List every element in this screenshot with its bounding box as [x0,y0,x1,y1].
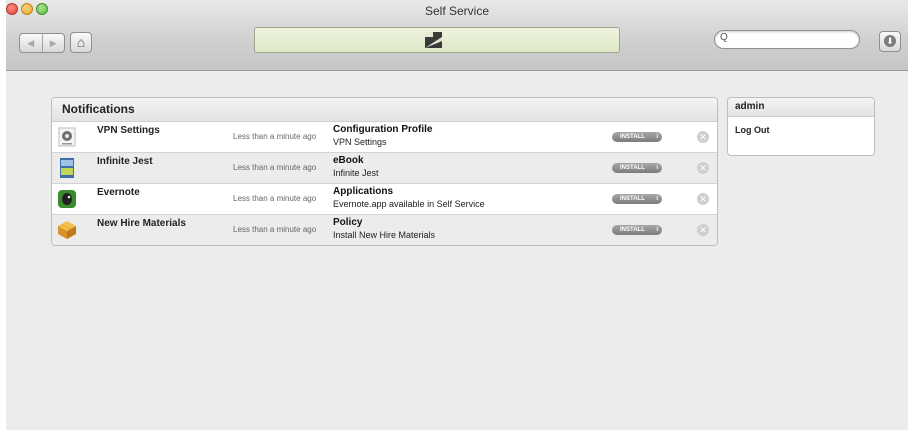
notification-time: Less than a minute ago [233,132,317,141]
dismiss-icon[interactable]: ✕ [697,131,709,143]
notification-type: Configuration Profile [333,124,433,135]
status-display [254,27,620,53]
package-box-icon [58,221,76,239]
notification-name: New Hire Materials [97,218,186,229]
notification-type: Policy [333,217,363,228]
title-toolbar: Self Service ◀ ▶ ⌂ Q ⬇ [6,0,908,71]
self-service-window: Self Service ◀ ▶ ⌂ Q ⬇ Notifications VPN… [6,0,908,430]
user-panel: admin Log Out [727,97,875,156]
notification-name: VPN Settings [97,125,160,136]
dismiss-icon[interactable]: ✕ [697,162,709,174]
install-button[interactable]: INSTALL i [612,132,662,142]
notification-type: eBook [333,155,364,166]
info-icon[interactable]: i [656,194,658,204]
download-arrow-icon: ⬇ [884,35,896,47]
casper-logo-icon [425,32,442,48]
dismiss-icon[interactable]: ✕ [697,193,709,205]
ebook-cover-icon [60,158,74,178]
forward-arrow-icon[interactable]: ▶ [43,34,65,52]
notification-name: Infinite Jest [97,156,153,167]
search-field[interactable]: Q [714,30,860,49]
notification-time: Less than a minute ago [233,194,317,203]
install-button[interactable]: INSTALL i [612,225,662,235]
user-name: admin [728,98,874,117]
back-arrow-icon[interactable]: ◀ [20,34,43,52]
notification-time: Less than a minute ago [233,225,317,234]
info-icon[interactable]: i [656,132,658,142]
window-title: Self Service [424,4,490,18]
install-button[interactable]: INSTALL i [612,194,662,204]
notification-detail: Infinite Jest [333,168,379,178]
notification-detail: Install New Hire Materials [333,230,436,240]
dismiss-icon[interactable]: ✕ [697,224,709,236]
notification-row[interactable]: Evernote Less than a minute ago Applicat… [52,184,717,215]
notification-time: Less than a minute ago [233,163,317,172]
notification-detail: Evernote.app available in Self Service [333,199,485,209]
notification-row[interactable]: VPN Settings Less than a minute ago Conf… [52,122,717,153]
notification-type: Applications [333,186,394,197]
search-input[interactable] [733,32,855,47]
search-icon: Q [720,32,728,43]
notifications-panel: Notifications VPN Settings Less than a m… [51,97,718,246]
notification-name: Evernote [97,187,140,198]
downloads-button[interactable]: ⬇ [879,31,901,52]
vpn-profile-icon [58,127,76,147]
home-icon: ⌂ [76,34,86,50]
notification-row[interactable]: New Hire Materials Less than a minute ag… [52,215,717,245]
notification-detail: VPN Settings [333,137,387,147]
home-button[interactable]: ⌂ [70,32,92,53]
log-out-link[interactable]: Log Out [735,125,770,135]
info-icon[interactable]: i [656,225,658,235]
evernote-icon [58,190,76,208]
notifications-title: Notifications [52,98,717,122]
back-forward-control[interactable]: ◀ ▶ [19,33,65,53]
install-button[interactable]: INSTALL i [612,163,662,173]
info-icon[interactable]: i [656,163,658,173]
notification-row[interactable]: Infinite Jest Less than a minute ago eBo… [52,153,717,184]
